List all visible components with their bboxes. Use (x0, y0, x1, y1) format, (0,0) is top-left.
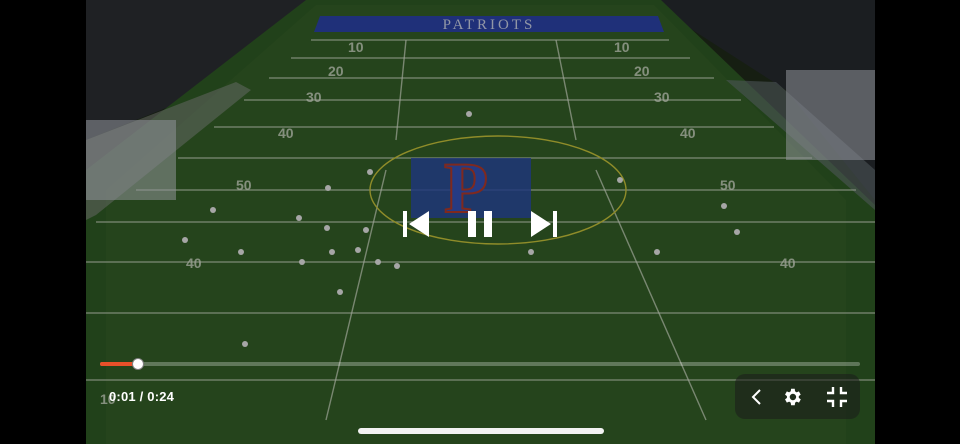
time-display: 0:01 / 0:24 (109, 389, 174, 404)
current-time: 0:01 (109, 389, 136, 404)
duration: 0:24 (147, 389, 175, 404)
progress-scrubber-handle[interactable] (132, 358, 144, 370)
home-indicator (358, 428, 604, 434)
skip-next-icon (531, 211, 557, 237)
pause-button[interactable] (456, 196, 504, 252)
settings-button[interactable] (777, 374, 807, 419)
previous-button[interactable] (392, 196, 440, 252)
progress-bar[interactable] (100, 358, 860, 370)
pause-icon (468, 211, 492, 237)
skip-previous-icon (403, 211, 429, 237)
next-button[interactable] (520, 196, 568, 252)
chevron-left-icon (751, 388, 761, 405)
exit-fullscreen-button[interactable] (821, 374, 853, 419)
time-separator: / (135, 389, 148, 404)
video-player[interactable]: PATRIOTS P 10 20 30 40 50 40 10 10 20 30… (0, 0, 960, 444)
exit-fullscreen-icon (827, 386, 847, 407)
collapse-controls-button[interactable] (743, 374, 771, 419)
gear-icon (785, 388, 801, 405)
bottom-right-controls (735, 374, 860, 419)
